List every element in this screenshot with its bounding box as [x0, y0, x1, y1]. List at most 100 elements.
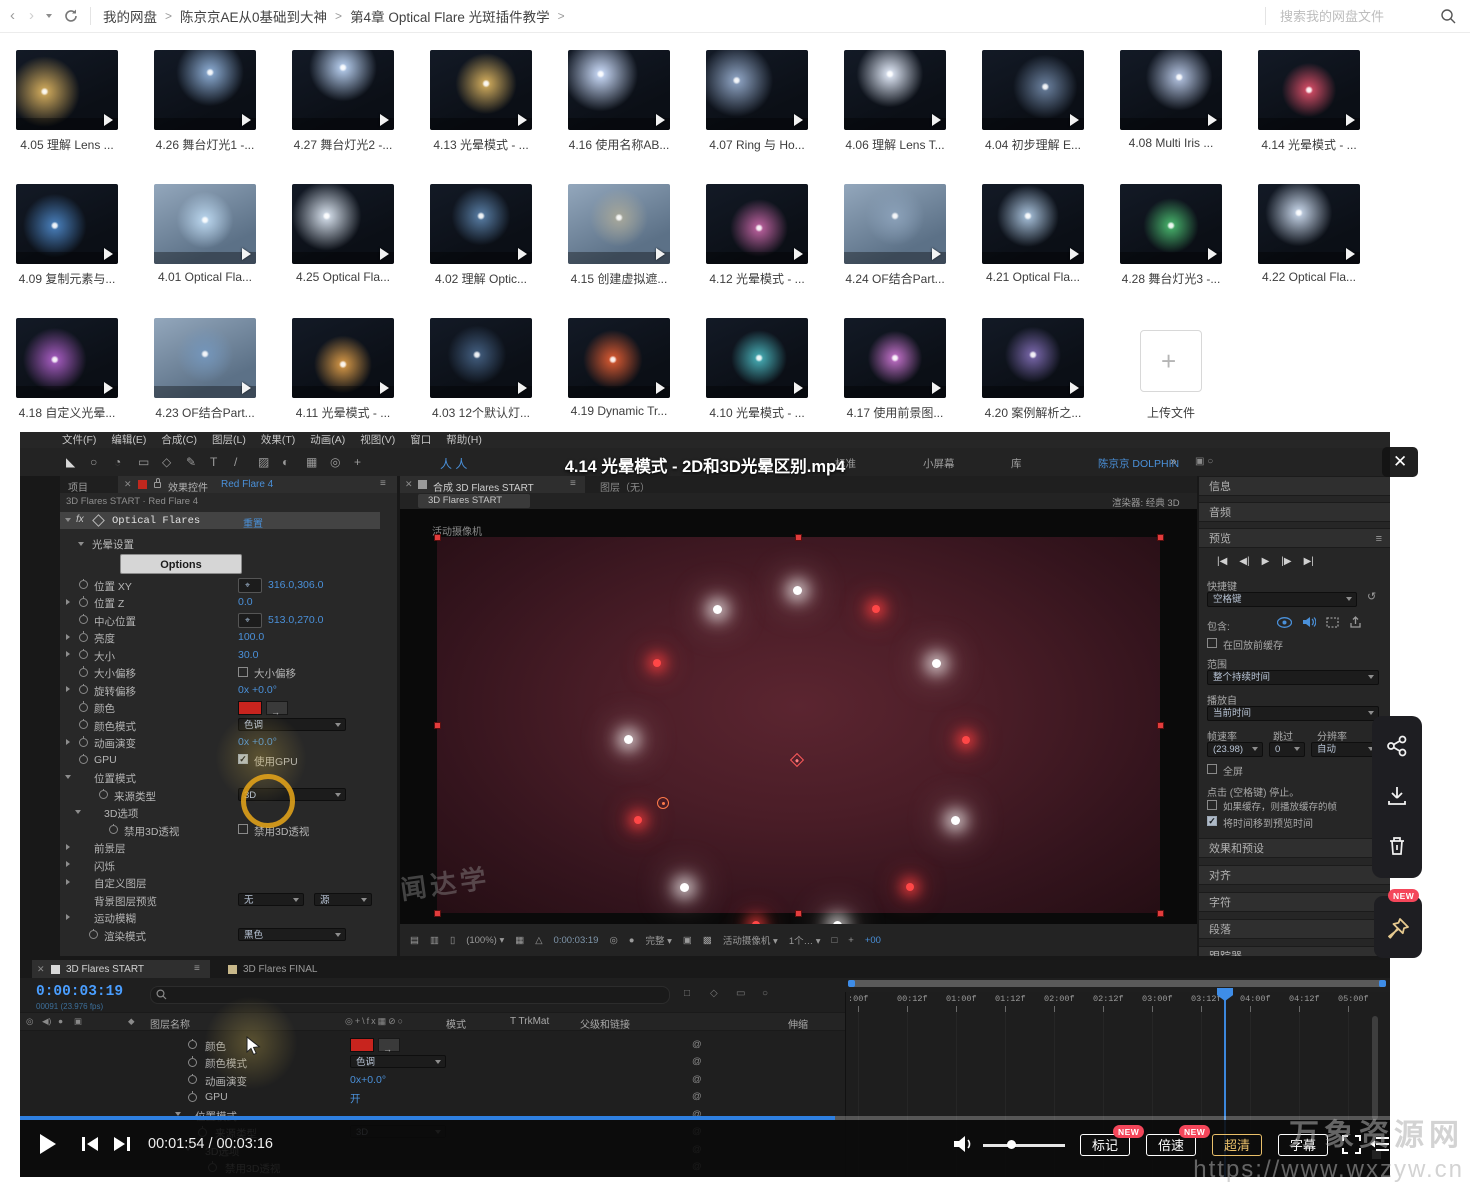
work-area-end: [1379, 980, 1386, 987]
tab-timeline-active: ✕3D Flares START≡: [32, 960, 210, 978]
video-frame[interactable]: 文件(F)编辑(E)合成(C)图层(L)效果(T)动画(A)视图(V)窗口帮助(…: [20, 432, 1390, 1177]
play-icon: [242, 382, 251, 394]
volume-slider[interactable]: [983, 1144, 1065, 1147]
play-icon: [1070, 248, 1079, 260]
fx-property-row: 颜色→: [60, 699, 397, 716]
timeline-search: [150, 986, 670, 1004]
ruler-tick-label: :00f: [848, 994, 868, 1004]
play-button[interactable]: [40, 1134, 56, 1154]
fx-property-row: 来源类型3D: [60, 786, 397, 803]
play-icon: [1070, 382, 1079, 394]
fx-property-row: 闪烁: [60, 856, 397, 873]
file-tile[interactable]: 4.08 Multi Iris ...: [1120, 50, 1222, 154]
file-tile[interactable]: 4.15 创建虚拟遮...: [568, 184, 670, 288]
file-tile[interactable]: 4.10 光晕模式 - ...: [706, 318, 808, 422]
selection-handle: [434, 910, 441, 917]
breadcrumb-item[interactable]: 陈京京AE从0基础到大神: [180, 6, 327, 26]
file-tile[interactable]: 4.28 舞台灯光3 -...: [1120, 184, 1222, 288]
fullscreen-icon[interactable]: [1342, 1135, 1361, 1154]
volume-icon[interactable]: [952, 1134, 974, 1154]
file-tile[interactable]: 4.21 Optical Fla...: [982, 184, 1084, 288]
caret-icon: [1346, 597, 1352, 601]
comp-color-swatch: [51, 965, 60, 974]
stop-note: 点击 (空格键) 停止。: [1207, 784, 1299, 799]
file-tile[interactable]: 4.12 光晕模式 - ...: [706, 184, 808, 288]
expander-icon: [65, 518, 71, 522]
col-mode: 模式: [446, 1016, 466, 1031]
file-tile-label: 4.03 12个默认灯...: [415, 404, 547, 421]
file-tile[interactable]: 4.06 理解 Lens T...: [844, 50, 946, 154]
play-icon: [1208, 248, 1217, 260]
selection-handle: [1157, 534, 1164, 541]
breadcrumb-item[interactable]: 第4章 Optical Flare 光斑插件教学: [350, 6, 550, 26]
point-picker-button: ⌖: [238, 613, 262, 628]
playlist-icon[interactable]: [1370, 1135, 1390, 1153]
refresh-icon[interactable]: [64, 9, 78, 23]
file-tile[interactable]: 4.13 光晕模式 - ...: [430, 50, 532, 154]
play-icon: [932, 114, 941, 126]
forward-icon[interactable]: ›: [29, 0, 34, 32]
subtitle-button[interactable]: 字幕: [1278, 1134, 1328, 1156]
fx-property-row: 动画演变0x +0.0°: [60, 734, 397, 751]
file-tile[interactable]: 4.23 OF结合Part...: [154, 318, 256, 422]
file-tile[interactable]: 4.25 Optical Fla...: [292, 184, 394, 288]
share-button[interactable]: [1385, 734, 1409, 758]
file-tile[interactable]: 4.18 自定义光晕...: [16, 318, 118, 422]
video-thumbnail: [1258, 184, 1360, 264]
point-picker-button: ⌖: [238, 578, 262, 593]
parent-link-icon: @: [692, 1074, 702, 1085]
delete-button[interactable]: [1385, 834, 1409, 858]
tab-effect-label: 效果控件: [168, 479, 208, 494]
search-icon[interactable]: [1440, 8, 1456, 24]
search-box[interactable]: [1253, 7, 1456, 25]
flare-anchor-dot: [662, 802, 665, 805]
file-tile[interactable]: 4.20 案例解析之...: [982, 318, 1084, 422]
quality-button[interactable]: 超清: [1212, 1134, 1262, 1156]
close-tab-icon: ✕: [405, 479, 413, 490]
file-tile[interactable]: 4.17 使用前景图...: [844, 318, 946, 422]
file-tile[interactable]: 4.07 Ring 与 Ho...: [706, 50, 808, 154]
file-tile[interactable]: 4.22 Optical Fla...: [1258, 184, 1360, 288]
file-tile[interactable]: 4.09 复制元素与...: [16, 184, 118, 288]
next-button[interactable]: [114, 1137, 132, 1151]
file-tile[interactable]: 4.03 12个默认灯...: [430, 318, 532, 422]
video-thumbnail: [568, 50, 670, 130]
volume-knob[interactable]: [1007, 1140, 1016, 1149]
shortcut-dropdown: 空格键: [1207, 592, 1357, 607]
file-tile[interactable]: 4.19 Dynamic Tr...: [568, 318, 670, 422]
last-frame-icon: ▶|: [1304, 556, 1314, 572]
selection-handle: [795, 534, 802, 541]
file-tile[interactable]: 4.24 OF结合Part...: [844, 184, 946, 288]
prev-button[interactable]: [82, 1137, 100, 1151]
file-tile[interactable]: 4.14 光晕模式 - ...: [1258, 50, 1360, 154]
flare-white: [624, 735, 633, 744]
transport-controls: |◀◀|▶|▶▶|: [1217, 556, 1377, 572]
download-button[interactable]: [1385, 784, 1409, 808]
upload-tile[interactable]: +上传文件: [1140, 330, 1202, 422]
pin-button[interactable]: [1386, 916, 1412, 946]
file-tile[interactable]: 4.02 理解 Optic...: [430, 184, 532, 288]
file-tile[interactable]: 4.04 初步理解 E...: [982, 50, 1084, 154]
caret-icon: [1252, 747, 1258, 751]
fullscreen-checkbox-label: 全屏: [1223, 763, 1243, 778]
file-tile[interactable]: 4.01 Optical Fla...: [154, 184, 256, 288]
file-tile[interactable]: 4.11 光晕模式 - ...: [292, 318, 394, 422]
video-thumbnail: [568, 184, 670, 264]
file-tile[interactable]: 4.26 舞台灯光1 -...: [154, 50, 256, 154]
file-tile[interactable]: 4.27 舞台灯光2 -...: [292, 50, 394, 154]
effect-name: Optical Flares: [112, 515, 200, 527]
breadcrumb-item[interactable]: 我的网盘: [103, 6, 157, 26]
fx-effect-row: fxOptical Flares重置: [60, 512, 380, 529]
player-close-button[interactable]: ✕: [1382, 447, 1418, 477]
file-tile[interactable]: 4.16 使用名称AB...: [568, 50, 670, 154]
search-input[interactable]: [1278, 8, 1432, 25]
history-caret-icon[interactable]: [46, 14, 52, 18]
file-tile-label: 4.17 使用前景图...: [829, 404, 961, 421]
browser-topbar: ‹ › 我的网盘>陈京京AE从0基础到大神>第4章 Optical Flare …: [0, 0, 1470, 33]
fx-property-row: 自定义图层: [60, 874, 397, 891]
tl-property-row: 动画演变0x+0.0°@: [20, 1071, 845, 1088]
back-icon[interactable]: ‹: [10, 0, 15, 32]
work-area-start: [848, 980, 855, 987]
checkbox-label: 使用GPU: [254, 754, 298, 769]
file-tile[interactable]: 4.05 理解 Lens ...: [16, 50, 118, 154]
